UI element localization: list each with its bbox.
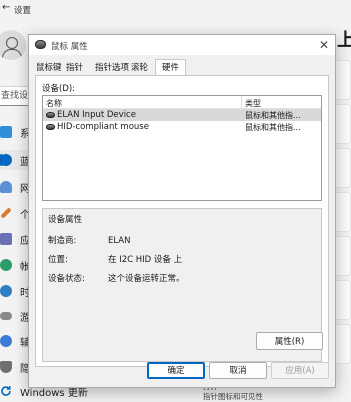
column-name-header[interactable]: 名称 <box>46 98 62 109</box>
avatar-body-icon <box>2 49 22 60</box>
device-name: ELAN Input Device <box>57 110 136 120</box>
status-value: 这个设备运转正常。 <box>108 274 185 284</box>
gaming-icon <box>0 312 12 320</box>
nav-item-system[interactable]: 系 <box>0 122 30 142</box>
nav-item-privacy[interactable]: 隐 <box>0 357 30 377</box>
device-type: 鼠标和其他指... <box>245 111 301 120</box>
settings-page-heading-fragment: 上 <box>337 30 351 51</box>
location-row: 位置: 在 I2C HID 设备 上 <box>48 253 182 265</box>
ok-button[interactable]: 确定 <box>147 362 205 379</box>
mouse-icon <box>46 112 55 118</box>
bluetooth-icon <box>0 154 12 166</box>
mouse-icon <box>46 124 55 130</box>
device-name: HID-compliant mouse <box>57 122 149 132</box>
user-avatar[interactable] <box>0 30 26 60</box>
close-icon[interactable]: ✕ <box>313 35 335 55</box>
manufacturer-label: 制造商: <box>48 236 77 246</box>
dialog-tabs: 鼠标键 指针 指针选项 滚轮 硬件 <box>29 59 335 77</box>
tab-wheel[interactable]: 滚轮 <box>131 61 148 75</box>
nav-item-personalization[interactable]: 个 <box>0 203 30 223</box>
back-arrow-icon[interactable]: ← <box>2 2 12 16</box>
nav-item-apps[interactable]: 应 <box>0 229 30 249</box>
settings-title: 设置 <box>14 6 32 16</box>
time-language-icon <box>0 285 12 297</box>
system-icon <box>0 126 12 138</box>
properties-button[interactable]: 属性(R) <box>256 332 323 350</box>
tab-pointer-options[interactable]: 指针选项 <box>95 61 129 75</box>
accounts-icon <box>0 259 12 271</box>
shield-icon <box>0 361 12 373</box>
status-row: 设备状态: 这个设备运转正常。 <box>48 272 185 284</box>
devices-label: 设备(D): <box>42 84 76 94</box>
device-type: 鼠标和其他指... <box>245 123 301 132</box>
hardware-tab-panel: 设备(D): 名称 类型 ELAN Input Device 鼠标和其他指...… <box>35 75 329 367</box>
device-properties-group: 设备属性 制造商: ELAN 位置: 在 I2C HID 设备 上 设备状态: 这个设… <box>42 208 323 362</box>
accessibility-icon <box>0 335 12 347</box>
dialog-titlebar[interactable]: 鼠标 属性 ✕ <box>29 35 335 55</box>
nav-item-time-language[interactable]: 时 <box>0 281 30 301</box>
mouse-icon <box>35 40 46 49</box>
location-label: 位置: <box>48 255 68 265</box>
device-row[interactable]: ELAN Input Device 鼠标和其他指... <box>43 109 321 121</box>
dialog-title: 鼠标 属性 <box>51 42 88 52</box>
column-type-header[interactable]: 类型 <box>245 98 261 109</box>
manufacturer-row: 制造商: ELAN <box>48 234 130 246</box>
tab-pointers[interactable]: 指针 <box>66 61 83 75</box>
devices-list-header: 名称 类型 <box>43 96 321 109</box>
status-label: 设备状态: <box>48 274 85 284</box>
location-value: 在 I2C HID 设备 上 <box>108 255 183 265</box>
nav-item-network[interactable]: 网 <box>0 177 30 197</box>
devices-list[interactable]: 名称 类型 ELAN Input Device 鼠标和其他指... HID-co… <box>42 95 322 201</box>
manufacturer-value: ELAN <box>108 236 131 246</box>
nav-item-accessibility[interactable]: 辅 <box>0 331 30 351</box>
apps-icon <box>0 233 12 245</box>
settings-titlebar: ← 设置 <box>0 0 351 20</box>
cancel-button[interactable]: 取消 <box>209 362 267 379</box>
nav-item-gaming[interactable]: 游 <box>0 306 30 326</box>
tab-buttons[interactable]: 鼠标键 <box>36 61 62 75</box>
device-properties-title: 设备属性 <box>48 215 83 225</box>
mouse-properties-dialog: 鼠标 属性 ✕ 鼠标键 指针 指针选项 滚轮 硬件 设备(D): 名称 类型 E… <box>28 34 336 388</box>
nav-item-bluetooth[interactable]: 蓝 <box>0 150 30 170</box>
avatar-head-icon <box>6 37 18 49</box>
windows-update-icon <box>0 385 12 397</box>
network-icon <box>0 181 12 193</box>
nav-item-accounts[interactable]: 帐 <box>0 255 30 275</box>
device-row[interactable]: HID-compliant mouse 鼠标和其他指... <box>43 121 321 133</box>
column-divider[interactable] <box>241 96 242 108</box>
apply-button[interactable]: 应用(A) <box>271 362 329 379</box>
personalization-icon <box>0 207 12 219</box>
bg-text-fragment: 指针图标和可见性 <box>203 392 263 401</box>
